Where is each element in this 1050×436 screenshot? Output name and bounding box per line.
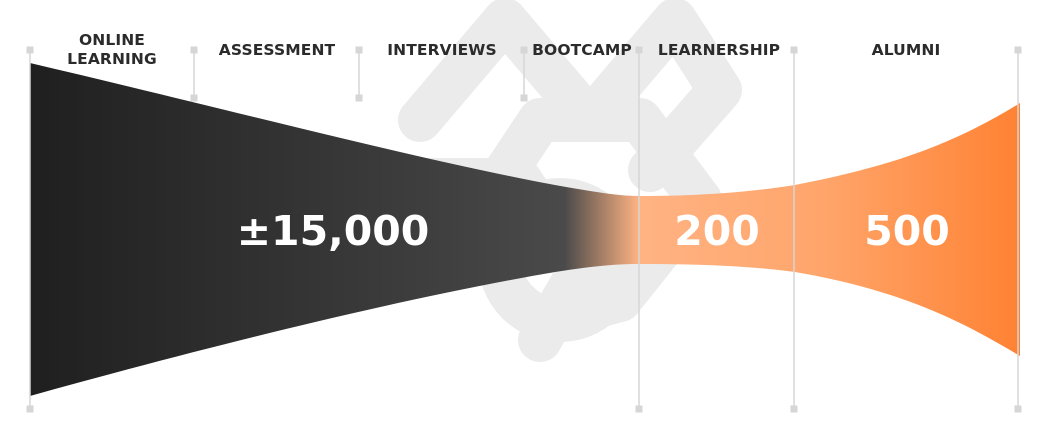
- stage-label-line: LEARNERSHIP: [657, 41, 781, 59]
- stage-label-line: BOOTCAMP: [532, 41, 632, 59]
- stage-label-bootcamp: BOOTCAMP: [526, 41, 638, 60]
- stat-learnership-value: 200: [674, 207, 760, 255]
- stat-intake-value: ±15,000: [236, 207, 430, 255]
- stage-label-learnership: LEARNERSHIP: [646, 41, 792, 60]
- stage-label-online-learning: ONLINE LEARNING: [52, 31, 172, 69]
- divider-assessment: [190, 46, 198, 102]
- stage-label-line: ASSESSMENT: [218, 41, 336, 59]
- stat-alumni-value: 500: [864, 207, 950, 255]
- stage-label-line: INTERVIEWS: [387, 41, 497, 59]
- stage-label-assessment: ASSESSMENT: [203, 41, 351, 60]
- stage-label-line: LEARNING: [67, 50, 157, 68]
- stage-label-line: ONLINE: [79, 31, 145, 49]
- stage-label-interviews: INTERVIEWS: [371, 41, 513, 60]
- stage-label-line: ALUMNI: [871, 41, 941, 59]
- stage-label-alumni: ALUMNI: [846, 41, 966, 60]
- divider-interviews: [355, 46, 363, 102]
